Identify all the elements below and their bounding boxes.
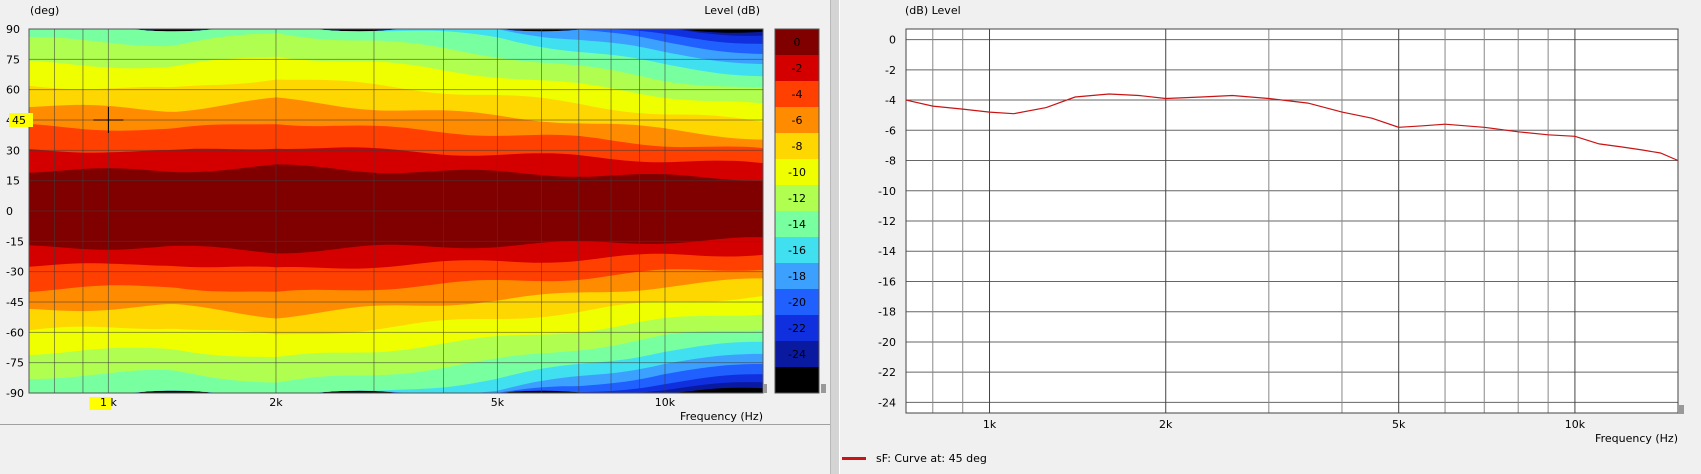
heatmap-x-ticks: 1 k 2k 5k 10k <box>89 396 676 410</box>
heatmap-y-tick-label: -30 <box>6 266 24 279</box>
heatmap-y-tick-label: -45 <box>6 296 24 309</box>
line-y-tick-label: -22 <box>878 366 896 379</box>
contour-band <box>29 164 763 254</box>
line-x-tick-label: 2k <box>1159 418 1173 431</box>
heatmap-y-tick-label: -60 <box>6 326 24 339</box>
colorbar-level-label: -12 <box>788 192 806 205</box>
line-x-tick-label: 5k <box>1392 418 1406 431</box>
legend-swatch <box>842 456 866 460</box>
heatmap-y-tick-label: 75 <box>6 53 20 66</box>
heatmap-y-label: (deg) <box>30 4 59 17</box>
line-y-tick-label: -12 <box>878 215 896 228</box>
legend: sF: Curve at: 45 deg <box>842 450 987 466</box>
left-panel-bottom-border <box>0 424 830 425</box>
line-x-tick-label: 1k <box>983 418 997 431</box>
heatmap-y-tick-label: -90 <box>6 387 24 400</box>
colorbar-level-label: -4 <box>792 88 803 101</box>
heatmap-y-tick-label: 0 <box>6 205 13 218</box>
line-y-tick-label: -18 <box>878 306 896 319</box>
colorbar-level-label: -16 <box>788 244 806 257</box>
colorbar-scroll-handle[interactable] <box>821 384 826 393</box>
colorbar-level-label: -8 <box>792 140 803 153</box>
cursor-angle-label: 45 <box>12 114 26 127</box>
line-y-tick-label: -24 <box>878 396 896 409</box>
colorbar-level-label: -6 <box>792 114 803 127</box>
line-y-tick-label: -6 <box>885 124 896 137</box>
line-y-tick-label: -4 <box>885 94 896 107</box>
heatmap-x-tick-label: 2k <box>269 396 283 409</box>
line-y-label: (dB) Level <box>905 4 961 17</box>
heatmap-x-tick-label: 1 k <box>100 396 117 409</box>
heatmap-scroll-handle-right[interactable] <box>763 384 767 393</box>
heatmap-y-tick-label: 15 <box>6 175 20 188</box>
heatmap-y-tick-label: 90 <box>6 23 20 36</box>
line-y-tick-label: -16 <box>878 275 896 288</box>
line-scroll-handle-right[interactable] <box>1678 405 1684 414</box>
line-y-tick-label: -8 <box>885 155 896 168</box>
directivity-map-panel: (deg) Level (dB) 90 75 60 45 30 15 0 -15 -30 -45 -… <box>6 4 826 423</box>
line-y-tick-label: 0 <box>889 34 896 47</box>
colorbar-level-label: 0 <box>794 36 801 49</box>
line-y-tick-label: -20 <box>878 336 896 349</box>
heatmap-x-tick-label: 5k <box>491 396 505 409</box>
heatmap-y-ticks: 90 75 60 45 30 15 0 -15 -30 -45 -60 -75 -90 <box>6 23 24 400</box>
colorbar-level-label: -10 <box>788 166 806 179</box>
heatmap-y-tick-label: 30 <box>6 144 20 157</box>
heatmap-y-tick-label: -15 <box>6 235 24 248</box>
heatmap-y-tick-label: 60 <box>6 84 20 97</box>
line-y-ticks: 0 -2 -4 -6 -8 -10 -12 -14 -16 -18 -20 -22 -24 <box>878 34 896 410</box>
colorbar-title: Level (dB) <box>704 4 760 17</box>
line-x-label: Frequency (Hz) <box>1595 432 1678 445</box>
response-curve-panel: (dB) Level 0 -2 -4 -6 -8 -10 -12 -14 -16 -18 -20 -2… <box>878 4 1684 445</box>
line-x-ticks: 1k 2k 5k 10k <box>983 418 1586 431</box>
colorbar-level-label: -20 <box>788 296 806 309</box>
colorbar-level-label: -22 <box>788 322 806 335</box>
line-y-tick-label: -14 <box>878 245 896 258</box>
heatmap-y-tick-label: -75 <box>6 357 24 370</box>
colorbar: 0 -2 -4 -6 -8 -10 -12 -14 -16 -18 -20 -22 -24 <box>774 28 820 394</box>
legend-label: sF: Curve at: 45 deg <box>876 451 987 465</box>
chart-stage: (deg) Level (dB) 90 75 60 45 30 15 0 -15 -30 -45 -… <box>6 4 1684 445</box>
panel-splitter[interactable] <box>830 0 840 474</box>
colorbar-level-label: -2 <box>792 62 803 75</box>
heatmap-x-tick-label: 10k <box>655 396 676 409</box>
colorbar-level-label: -14 <box>788 218 806 231</box>
line-y-tick-label: -10 <box>878 185 896 198</box>
colorbar-level-label: -24 <box>788 348 806 361</box>
heatmap-x-label: Frequency (Hz) <box>680 410 763 423</box>
line-x-tick-label: 10k <box>1565 418 1586 431</box>
colorbar-swatch-below <box>775 367 819 393</box>
line-y-tick-label: -2 <box>885 64 896 77</box>
colorbar-level-label: -18 <box>788 270 806 283</box>
